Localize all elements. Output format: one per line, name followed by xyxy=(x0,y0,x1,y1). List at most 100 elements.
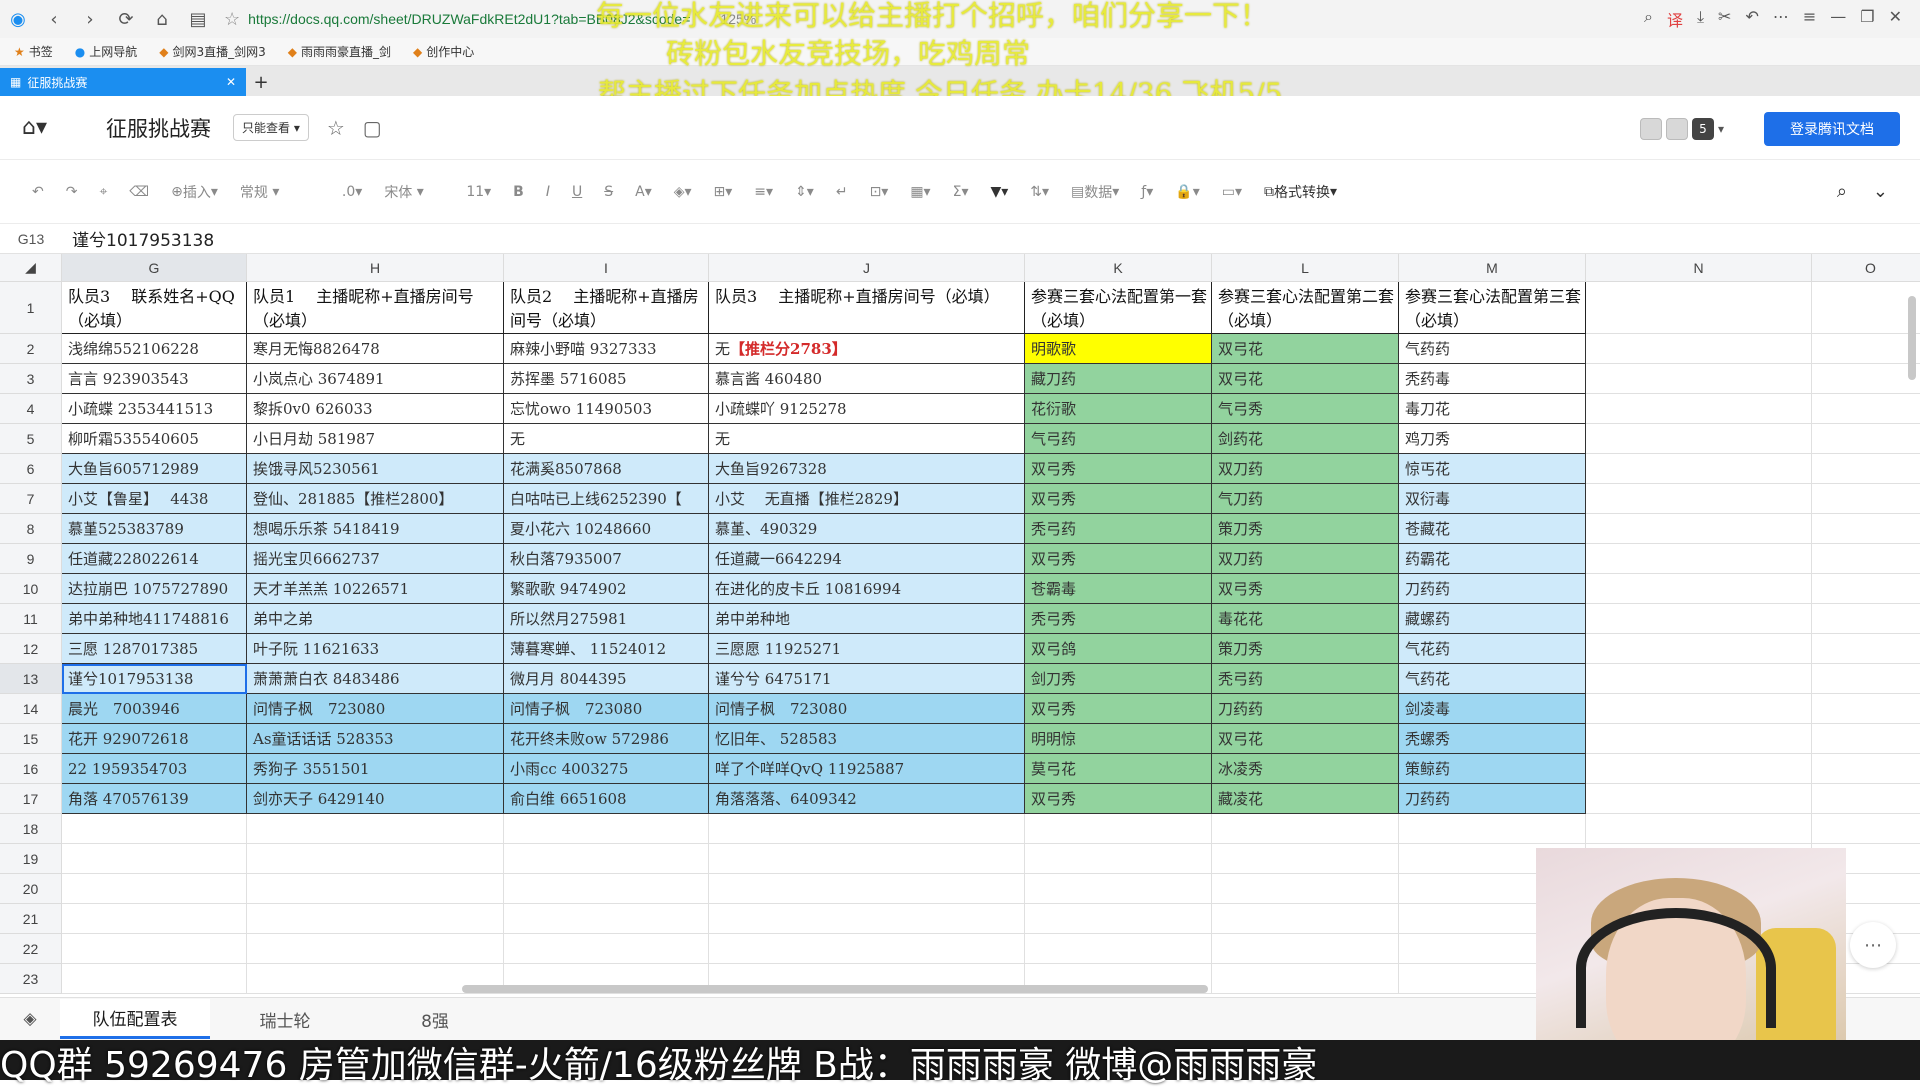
italic-icon[interactable]: I xyxy=(538,177,558,207)
row-header[interactable]: 23 xyxy=(0,964,62,994)
layers-icon[interactable]: ◈ xyxy=(0,999,60,1039)
table-cell[interactable]: 鸡刀秀 xyxy=(1399,424,1586,454)
table-cell[interactable]: 天才羊羔羔 10226571 xyxy=(247,574,504,604)
table-cell[interactable] xyxy=(1586,724,1812,754)
table-cell[interactable]: 三愿 1287017385 xyxy=(62,634,247,664)
table-cell[interactable]: 白咕咕已上线6252390【 xyxy=(504,484,709,514)
row-header[interactable]: 20 xyxy=(0,874,62,904)
table-cell[interactable]: 黎拆0v0 626033 xyxy=(247,394,504,424)
redo-icon[interactable]: ↷ xyxy=(58,177,86,207)
login-button[interactable]: 登录腾讯文档 xyxy=(1764,112,1900,146)
table-cell[interactable]: 慕言酱 460480 xyxy=(709,364,1025,394)
table-cell[interactable] xyxy=(1586,574,1812,604)
decimal-select[interactable]: .0 ▾ xyxy=(334,177,370,207)
table-cell[interactable]: 小日月劫 581987 xyxy=(247,424,504,454)
search-icon[interactable]: ⌕ xyxy=(1837,181,1847,202)
table-cell[interactable]: 双弓花 xyxy=(1212,724,1399,754)
table-cell[interactable]: 夏小花六 10248660 xyxy=(504,514,709,544)
table-cell[interactable] xyxy=(62,874,247,904)
table-cell[interactable] xyxy=(1586,784,1812,814)
readonly-dropdown[interactable]: 只能查看 ▾ xyxy=(233,114,309,141)
table-cell[interactable]: 莫弓花 xyxy=(1025,754,1212,784)
row-header[interactable]: 8 xyxy=(0,514,62,544)
vertical-scrollbar[interactable] xyxy=(1908,296,1916,380)
table-cell[interactable]: 浅绵绵552106228 xyxy=(62,334,247,364)
table-cell[interactable] xyxy=(1586,604,1812,634)
underline-icon[interactable]: U xyxy=(564,177,590,207)
table-cell[interactable] xyxy=(1812,814,1920,844)
text-color-icon[interactable]: A▾ xyxy=(627,177,660,207)
table-cell[interactable]: 秃弓秀 xyxy=(1025,604,1212,634)
row-header[interactable]: 16 xyxy=(0,754,62,784)
table-cell[interactable] xyxy=(247,934,504,964)
view-icon[interactable]: ▭▾ xyxy=(1214,177,1250,207)
table-cell[interactable]: 慕堇、490329 xyxy=(709,514,1025,544)
table-cell[interactable] xyxy=(709,844,1025,874)
table-cell[interactable] xyxy=(1812,394,1920,424)
table-icon[interactable]: ▦▾ xyxy=(902,177,938,207)
table-cell[interactable] xyxy=(1812,784,1920,814)
table-cell[interactable] xyxy=(1812,544,1920,574)
table-cell[interactable]: 秀狗子 3551501 xyxy=(247,754,504,784)
table-cell[interactable] xyxy=(1812,484,1920,514)
table-cell[interactable] xyxy=(504,814,709,844)
collapse-icon[interactable]: ⌄ xyxy=(1873,181,1888,202)
bookmark-star-icon[interactable]: ☆ xyxy=(224,9,240,30)
table-cell[interactable]: 小岚点心 3674891 xyxy=(247,364,504,394)
column-header[interactable]: O xyxy=(1812,254,1920,282)
back-icon[interactable]: ‹ xyxy=(36,4,72,34)
table-cell[interactable]: 叶子阮 11621633 xyxy=(247,634,504,664)
table-cell[interactable] xyxy=(1812,694,1920,724)
table-cell[interactable]: 想喝乐乐茶 5418419 xyxy=(247,514,504,544)
bold-icon[interactable]: B xyxy=(505,177,532,207)
table-cell[interactable]: 苍霸毒 xyxy=(1025,574,1212,604)
column-title-cell[interactable]: 队员3 联系姓名+QQ（必填） xyxy=(62,282,247,334)
forward-icon[interactable]: › xyxy=(72,4,108,34)
table-cell[interactable]: 挨饿寻风5230561 xyxy=(247,454,504,484)
table-cell[interactable] xyxy=(1586,514,1812,544)
reload-icon[interactable]: ⟳ xyxy=(108,4,144,34)
table-cell[interactable] xyxy=(1586,364,1812,394)
table-cell[interactable]: 任道藏228022614 xyxy=(62,544,247,574)
table-cell[interactable] xyxy=(1586,424,1812,454)
table-cell[interactable]: 气花药 xyxy=(1399,634,1586,664)
column-title-cell[interactable]: 参赛三套心法配置第二套（必填） xyxy=(1212,282,1399,334)
clear-format-icon[interactable]: ⌫ xyxy=(121,177,157,207)
table-cell[interactable] xyxy=(1586,544,1812,574)
table-cell[interactable] xyxy=(1212,874,1399,904)
column-header[interactable]: K xyxy=(1025,254,1212,282)
column-header[interactable]: G xyxy=(62,254,247,282)
table-cell[interactable] xyxy=(1586,694,1812,724)
browser-tab[interactable]: ▦ 征服挑战赛 ✕ xyxy=(0,68,246,96)
table-cell[interactable]: 气弓秀 xyxy=(1212,394,1399,424)
table-cell[interactable] xyxy=(504,934,709,964)
table-cell[interactable]: 任道藏一6642294 xyxy=(709,544,1025,574)
table-cell[interactable] xyxy=(1812,424,1920,454)
table-cell[interactable]: 明歌歌 xyxy=(1025,334,1212,364)
row-header[interactable]: 11 xyxy=(0,604,62,634)
align-icon[interactable]: ≡▾ xyxy=(746,177,781,207)
fill-color-icon[interactable]: ◈▾ xyxy=(666,177,700,207)
table-cell[interactable]: 小艾【鲁星】 4438 xyxy=(62,484,247,514)
bookmark-item[interactable]: ● 上网导航 xyxy=(75,43,138,60)
row-header[interactable]: 5 xyxy=(0,424,62,454)
home-icon[interactable]: ⌂ xyxy=(144,4,180,34)
table-cell[interactable]: 小疏蝶 2353441513 xyxy=(62,394,247,424)
table-cell[interactable]: 无 xyxy=(504,424,709,454)
table-cell[interactable]: 小艾 无直播【推栏2829】 xyxy=(709,484,1025,514)
font-select[interactable]: 宋体 ▾ xyxy=(376,177,452,207)
table-cell[interactable]: 慕堇525383789 xyxy=(62,514,247,544)
table-cell[interactable]: 谨兮1017953138 xyxy=(62,664,247,694)
sheet-tab-swiss[interactable]: 瑞士轮 xyxy=(210,999,360,1039)
table-cell[interactable]: 秃弓药 xyxy=(1212,664,1399,694)
table-cell[interactable]: 毒花花 xyxy=(1212,604,1399,634)
bookmark-item[interactable]: ★ 书签 xyxy=(14,43,53,60)
filter-icon[interactable]: ▼▾ xyxy=(982,177,1016,207)
table-cell[interactable]: 所以然月275981 xyxy=(504,604,709,634)
table-cell[interactable] xyxy=(709,814,1025,844)
table-cell[interactable]: 刀药药 xyxy=(1399,784,1586,814)
table-cell[interactable] xyxy=(1212,844,1399,874)
row-header[interactable]: 10 xyxy=(0,574,62,604)
column-header[interactable]: I xyxy=(504,254,709,282)
table-cell[interactable] xyxy=(247,874,504,904)
